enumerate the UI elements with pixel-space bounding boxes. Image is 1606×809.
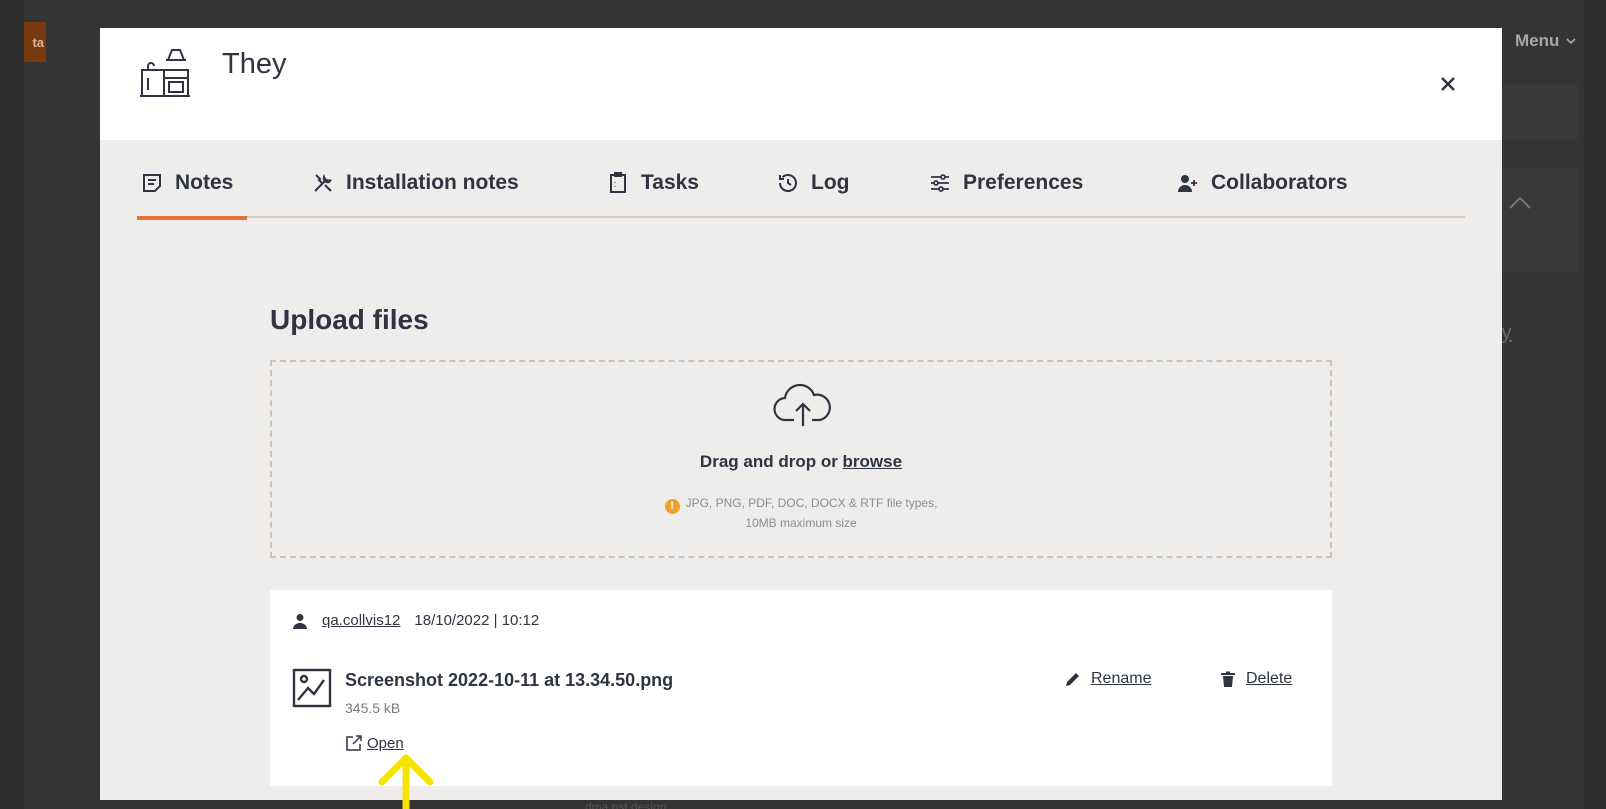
background-panel xyxy=(1500,84,1578,140)
tab-tasks[interactable]: Tasks xyxy=(607,148,699,218)
tab-label: Log xyxy=(811,171,850,194)
open-label: Open xyxy=(367,734,404,752)
notes-icon xyxy=(143,174,161,192)
drop-instructions: Drag and drop or browse xyxy=(272,452,1330,472)
warning-icon: ! xyxy=(664,499,680,514)
history-icon xyxy=(779,174,797,192)
sliders-icon xyxy=(931,174,949,192)
clipboard-icon xyxy=(610,172,626,193)
cloud-upload-icon xyxy=(773,383,831,426)
browse-link[interactable]: browse xyxy=(843,452,903,471)
tab-preferences[interactable]: Preferences xyxy=(929,148,1083,218)
delete-label: Delete xyxy=(1246,670,1293,687)
tab-collaborators[interactable]: Collaborators xyxy=(1177,148,1348,218)
delete-button[interactable]: Delete xyxy=(1220,670,1292,688)
annotation-arrow-icon xyxy=(378,754,434,809)
add-user-icon xyxy=(1178,175,1197,192)
max-size: 10MB maximum size xyxy=(745,516,857,530)
open-file-link[interactable]: Open xyxy=(345,734,404,752)
close-button[interactable] xyxy=(1436,72,1460,96)
trash-icon xyxy=(1221,671,1235,687)
rename-label: Rename xyxy=(1091,670,1152,687)
tab-label: Tasks xyxy=(641,171,699,194)
uploader-link[interactable]: qa.collvis12 xyxy=(322,612,400,629)
tab-notes[interactable]: Notes xyxy=(136,148,248,220)
modal-title: They xyxy=(222,48,287,80)
kitchen-icon xyxy=(140,49,190,97)
tab-label: Collaborators xyxy=(1211,171,1348,194)
notes-modal: They Notes Installation notes Tasks Log … xyxy=(100,28,1502,800)
upload-title: Upload files xyxy=(270,304,429,335)
tab-installation-notes[interactable]: Installation notes xyxy=(312,148,519,218)
rename-button[interactable]: Rename xyxy=(1065,670,1151,688)
external-link-icon xyxy=(346,735,362,751)
upload-timestamp: 18/10/2022 | 10:12 xyxy=(414,612,540,629)
user-icon xyxy=(293,613,307,629)
menu-label: Menu xyxy=(1515,31,1560,50)
tab-log[interactable]: Log xyxy=(777,148,849,218)
background-panel xyxy=(1500,168,1578,272)
file-requirements: ! JPG, PNG, PDF, DOC, DOCX & RTF file typ… xyxy=(272,494,1330,532)
brand-logo: ta xyxy=(24,22,46,62)
file-size: 345.5 kB xyxy=(345,700,401,716)
pencil-icon xyxy=(1066,673,1079,686)
file-name: Screenshot 2022-10-11 at 13.34.50.png xyxy=(345,670,674,690)
background-text: dma.pst.design xyxy=(585,800,667,809)
chevron-down-icon xyxy=(1566,38,1576,45)
file-types: JPG, PNG, PDF, DOC, DOCX & RTF file type… xyxy=(685,496,938,510)
drop-prefix: Drag and drop or xyxy=(699,452,843,471)
close-icon xyxy=(1441,77,1455,91)
tools-icon xyxy=(314,173,332,192)
tab-bar: Notes Installation notes Tasks Log Prefe… xyxy=(136,148,1465,220)
file-dropzone[interactable]: Drag and drop or browse ! JPG, PNG, PDF, … xyxy=(270,360,1332,558)
image-file-icon xyxy=(292,668,332,708)
tab-label: Notes xyxy=(175,171,234,194)
tab-label: Installation notes xyxy=(346,171,519,194)
modal-header: They xyxy=(100,28,1502,140)
menu-button[interactable]: Menu xyxy=(1515,31,1577,51)
uploader-info: qa.collvis12 18/10/2022 | 10:12 xyxy=(292,612,539,629)
tab-label: Preferences xyxy=(963,171,1084,194)
chevron-up-icon xyxy=(1509,196,1531,209)
